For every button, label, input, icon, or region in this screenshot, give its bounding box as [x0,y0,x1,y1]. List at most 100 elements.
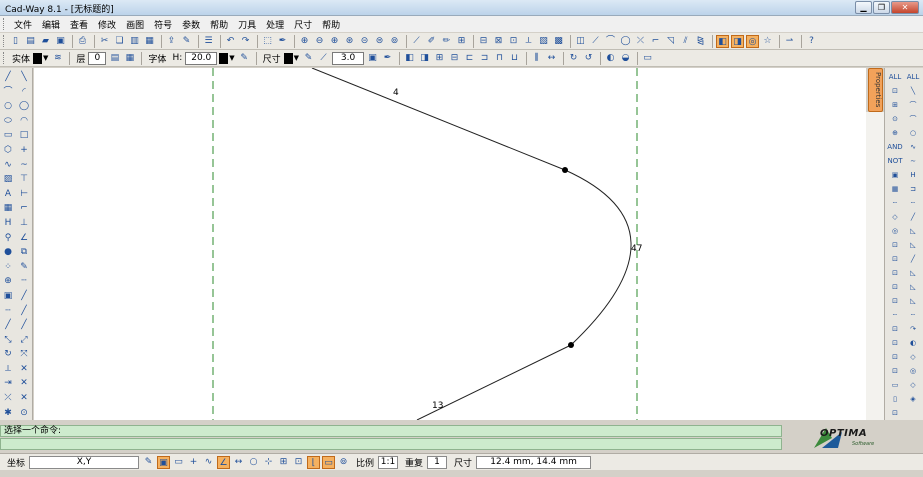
menu-file[interactable]: 文件 [9,18,37,31]
circle-snap-icon[interactable]: ○ [247,456,260,469]
cut-icon[interactable]: ✂ [98,35,111,48]
trim2-icon[interactable]: ⤫ [634,35,647,48]
restore-button[interactable]: ❐ [873,1,890,14]
group-icon[interactable]: ⊞ [433,52,446,65]
grid-snap-icon[interactable]: ⊞ [277,456,290,469]
grid-toggle-icon[interactable]: ▣ [157,455,171,469]
snap-line-icon[interactable]: ╲ [904,84,922,98]
snap-and-icon[interactable]: AND [886,140,904,154]
menu-draw[interactable]: 画图 [121,18,149,31]
zoom-out-icon[interactable]: ⊖ [313,35,326,48]
grid-icon[interactable]: ⊞ [455,35,468,48]
node-snap-icon[interactable]: ⊹ [262,456,275,469]
new-icon[interactable]: ▯ [9,35,22,48]
dim-color-dropdown-icon[interactable]: ▼ [294,54,299,62]
snap-not-icon[interactable]: NOT [886,154,904,168]
zoom-in-icon[interactable]: ⊕ [328,35,341,48]
dim-d-icon[interactable]: ⊡ [886,252,904,266]
mode-b-icon[interactable]: ◨ [731,34,744,48]
block-insert-icon[interactable]: ⧉ [16,245,32,260]
snap-h-icon[interactable]: H [904,168,922,182]
snap-all-icon[interactable]: ALL [886,70,904,84]
draw-order-back-icon[interactable]: ◨ [418,52,431,65]
corner-icon[interactable]: ⌐ [16,201,32,216]
dim-size-field[interactable]: 3.0 [332,51,365,65]
copy-icon[interactable]: ⤢ [16,333,32,348]
snap-grid-icon[interactable]: ▦ [886,182,904,196]
snap-arc-icon[interactable]: ⌒ [904,98,922,112]
scale-field[interactable]: 1:1 [378,455,399,469]
mode-a-icon[interactable]: ◧ [716,34,729,48]
chamfer-icon[interactable]: ◹ [664,35,677,48]
vline-icon[interactable]: ⊥ [16,216,32,231]
mode-c-icon[interactable]: ◎ [746,34,759,48]
layer-manager-icon[interactable]: ▤ [108,52,121,65]
dim-radius-icon[interactable]: ╱ [16,318,32,333]
align-bottom-icon[interactable]: ⊔ [508,52,521,65]
clipboard-icon[interactable]: ▦ [143,35,156,48]
mod-curve-icon[interactable]: ↷ [904,322,922,336]
measure-icon[interactable]: ⟂ [522,35,535,48]
zoom-extents-icon[interactable]: ⊜ [373,35,386,48]
properties-palette-tab[interactable]: Properties [868,68,883,112]
mtext-icon[interactable]: ⊢ [16,187,32,202]
hatch-icon[interactable]: ▨ [0,172,16,187]
arc-start-node[interactable] [562,167,568,173]
frame-icon[interactable]: ▣ [0,289,16,304]
dim-tri4-icon[interactable]: ◺ [904,280,922,294]
trim-icon[interactable]: ⊡ [507,35,520,48]
move-icon[interactable]: ⤡ [0,333,16,348]
export-icon[interactable]: ⇪ [165,35,178,48]
dim-tri2-icon[interactable]: ◺ [904,238,922,252]
dim-linear-icon[interactable]: ╱ [16,289,32,304]
circle-icon[interactable]: ◯ [619,35,632,48]
arc-3pt-icon[interactable]: ◜ [16,85,32,100]
dim-pen-icon[interactable]: ✒ [381,52,394,65]
mod-circle-icon[interactable]: ◐ [904,336,922,350]
snap-toggle-icon[interactable]: ✎ [142,456,155,469]
dim-aligned-icon[interactable]: ╱ [16,304,32,319]
text-style-icon[interactable]: ✎ [238,52,251,65]
menu-grip[interactable] [3,18,6,30]
dim-f-icon[interactable]: ⊡ [886,280,904,294]
mod-f-icon[interactable]: ▯ [886,392,904,406]
text-icon[interactable]: A [0,187,16,202]
close-button[interactable]: ✕ [891,1,919,14]
line-color-swatch[interactable] [33,52,43,64]
open-icon[interactable]: ▤ [24,35,37,48]
menu-help-2[interactable]: 帮助 [317,18,345,31]
scale-icon[interactable]: ⤧ [16,347,32,362]
offset-icon[interactable]: ⊙ [16,406,32,420]
dim-b-icon[interactable]: ◎ [886,224,904,238]
tangent-icon[interactable]: ⊤ [16,172,32,187]
text-color-dropdown-icon[interactable]: ▼ [229,54,234,62]
block-icon[interactable]: ▩ [552,35,565,48]
mirror-icon[interactable]: ⧎ [694,35,707,48]
snap-tilde-icon[interactable]: ∼ [904,154,922,168]
ortho-icon[interactable]: ⊟ [477,35,490,48]
symbol-icon[interactable]: ⚲ [0,231,16,246]
menu-tools[interactable]: 刀具 [233,18,261,31]
print-icon[interactable]: ⎙ [76,35,89,48]
erase-icon[interactable]: ✕ [16,376,32,391]
mod-c-icon[interactable]: ⊡ [886,350,904,364]
pen-icon[interactable]: ✒ [276,35,289,48]
ortho-toggle-icon[interactable]: ▭ [172,456,185,469]
edit-icon[interactable]: ✐ [425,35,438,48]
circle-icon[interactable]: ○ [0,99,16,114]
dim-color-swatch[interactable] [283,52,293,64]
scatter-icon[interactable]: ⁘ [0,260,16,275]
menu-help-1[interactable]: 帮助 [205,18,233,31]
align-left-icon[interactable]: ⊏ [463,52,476,65]
menu-modify[interactable]: 修改 [93,18,121,31]
measure-distance-icon[interactable]: ↔ [545,52,558,65]
fillet-icon[interactable]: ⌐ [649,35,662,48]
curve-icon[interactable]: ∿ [202,456,215,469]
dim-tri-icon[interactable]: ◺ [904,224,922,238]
mod-diamond3-icon[interactable]: ◈ [904,392,922,406]
arrow-icon[interactable]: ⇀ [783,35,796,48]
snap-quad-icon[interactable]: ⊕ [886,126,904,140]
polyline-icon[interactable]: ╲ [16,70,32,85]
ellipse-icon[interactable]: ⬭ [0,114,16,129]
snap-icon[interactable]: ⟋ [410,35,423,48]
